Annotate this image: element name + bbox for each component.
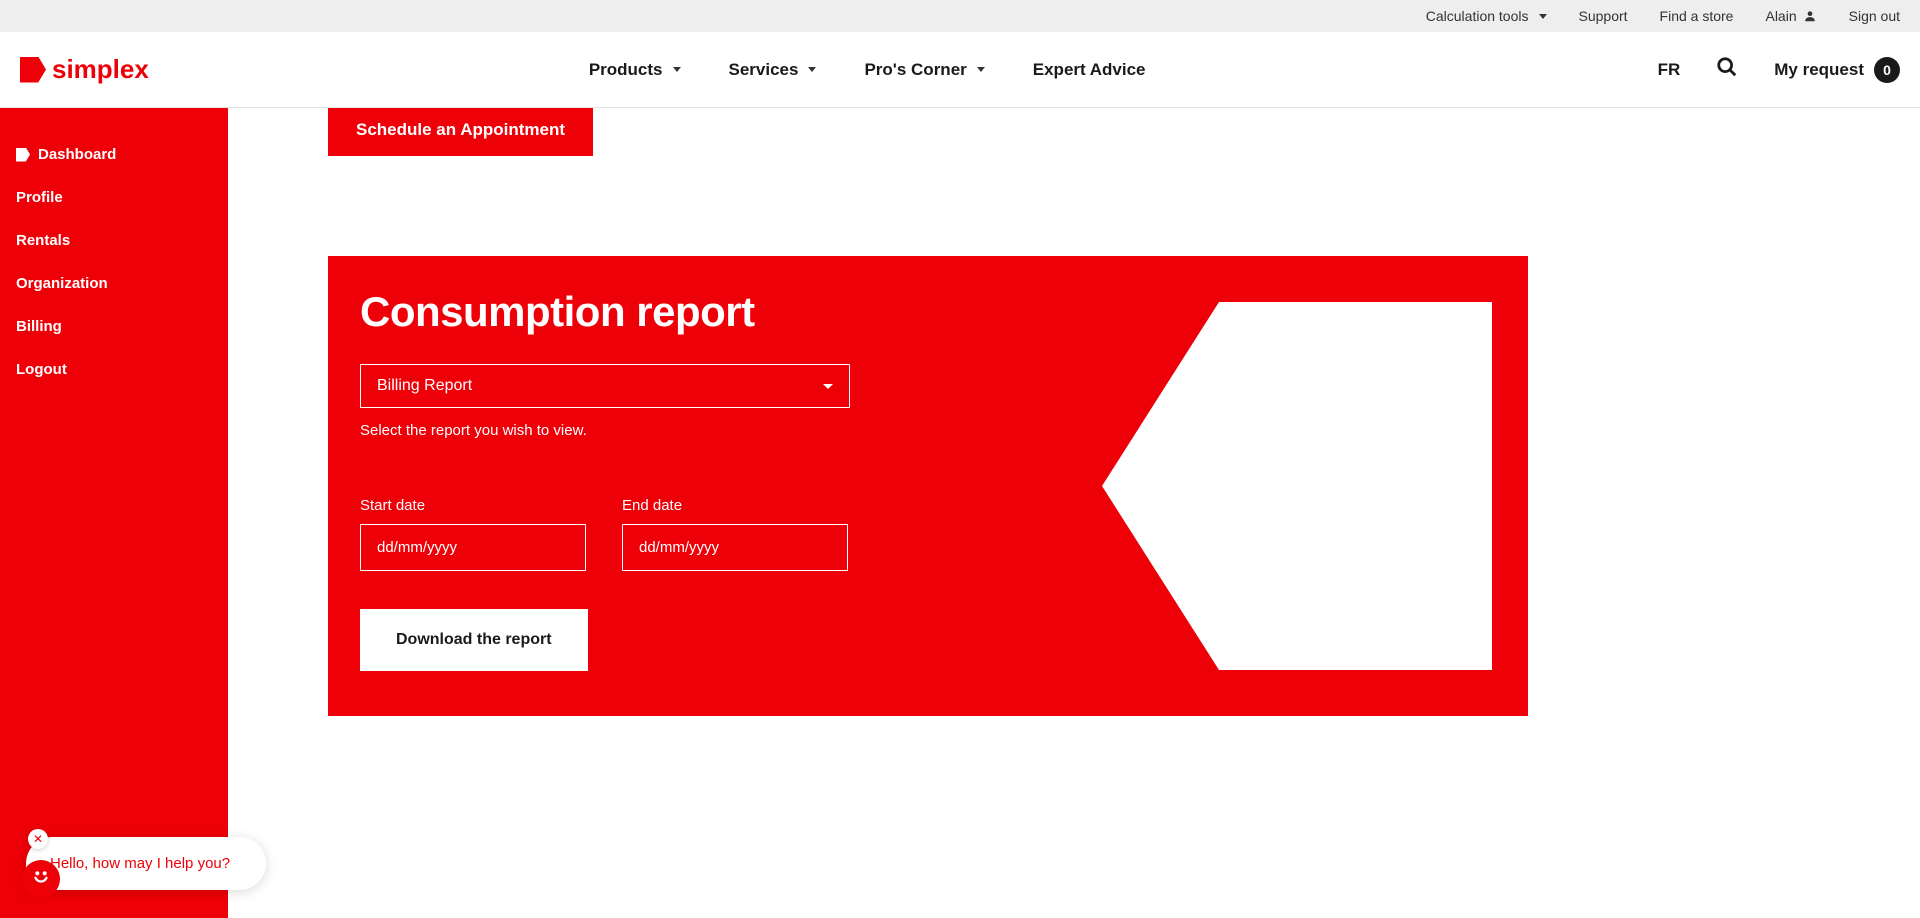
chat-message: Hello, how may I help you? xyxy=(50,855,230,872)
sidebar-item-label: Rentals xyxy=(16,232,70,249)
sidebar-item-profile[interactable]: Profile xyxy=(16,181,212,214)
chat-bubble[interactable]: Hello, how may I help you? xyxy=(26,837,266,890)
end-date-label: End date xyxy=(622,497,848,514)
chevron-down-icon xyxy=(808,67,816,72)
chevron-down-icon xyxy=(1539,14,1547,19)
logo-mark-icon xyxy=(20,57,46,83)
sign-out-link[interactable]: Sign out xyxy=(1849,8,1900,24)
nav-services[interactable]: Services xyxy=(729,60,817,80)
sidebar-item-label: Dashboard xyxy=(38,146,116,163)
start-date-input[interactable] xyxy=(360,524,586,571)
sidebar-item-dashboard[interactable]: Dashboard xyxy=(16,138,212,171)
sidebar-item-rentals[interactable]: Rentals xyxy=(16,224,212,257)
end-date-col: End date xyxy=(622,497,848,571)
chat-launcher-button[interactable] xyxy=(22,860,60,898)
logo-text: simplex xyxy=(52,54,149,85)
main-content: Schedule an Appointment Consumption repo… xyxy=(228,108,1920,918)
logo[interactable]: simplex xyxy=(20,54,149,85)
language-toggle[interactable]: FR xyxy=(1658,60,1681,80)
chat-close-button[interactable]: ✕ xyxy=(28,829,48,849)
smile-icon xyxy=(30,865,52,893)
chevron-down-icon xyxy=(977,67,985,72)
sidebar-item-label: Logout xyxy=(16,361,67,378)
calculation-tools-label: Calculation tools xyxy=(1426,8,1529,24)
schedule-appointment-button[interactable]: Schedule an Appointment xyxy=(328,108,593,156)
download-report-button[interactable]: Download the report xyxy=(360,609,588,671)
nav-expert-advice-label: Expert Advice xyxy=(1033,60,1146,80)
search-button[interactable] xyxy=(1716,56,1738,83)
sidebar-item-organization[interactable]: Organization xyxy=(16,267,212,300)
sign-out-label: Sign out xyxy=(1849,8,1900,24)
calculation-tools-menu[interactable]: Calculation tools xyxy=(1426,8,1547,24)
nav-pros-corner[interactable]: Pro's Corner xyxy=(864,60,984,80)
sidebar-item-billing[interactable]: Billing xyxy=(16,310,212,343)
report-type-select[interactable]: Billing Report xyxy=(360,364,850,408)
nav-products[interactable]: Products xyxy=(589,60,681,80)
language-label: FR xyxy=(1658,60,1681,79)
report-type-value: Billing Report xyxy=(377,377,472,395)
nav-services-label: Services xyxy=(729,60,799,80)
end-date-input[interactable] xyxy=(622,524,848,571)
chevron-down-icon xyxy=(823,384,833,389)
main-header: simplex Products Services Pro's Corner E… xyxy=(0,32,1920,108)
user-icon xyxy=(1803,9,1817,23)
find-store-link[interactable]: Find a store xyxy=(1660,8,1734,24)
sidebar-item-label: Profile xyxy=(16,189,63,206)
tag-icon xyxy=(16,148,30,162)
chat-widget: ✕ Hello, how may I help you? xyxy=(14,837,266,890)
report-type-select-wrap: Billing Report xyxy=(360,364,850,408)
sidebar-item-logout[interactable]: Logout xyxy=(16,353,212,386)
close-icon: ✕ xyxy=(33,832,43,846)
support-label: Support xyxy=(1579,8,1628,24)
request-count-badge: 0 xyxy=(1874,57,1900,83)
user-menu[interactable]: Alain xyxy=(1765,8,1816,24)
find-store-label: Find a store xyxy=(1660,8,1734,24)
sidebar-item-label: Billing xyxy=(16,318,62,335)
arrow-decoration-icon xyxy=(1102,302,1492,670)
search-icon xyxy=(1716,65,1738,82)
sidebar: Dashboard Profile Rentals Organization B… xyxy=(0,108,228,918)
sidebar-item-label: Organization xyxy=(16,275,108,292)
chevron-down-icon xyxy=(673,67,681,72)
top-utility-bar: Calculation tools Support Find a store A… xyxy=(0,0,1920,32)
user-name: Alain xyxy=(1765,8,1796,24)
my-request-label: My request xyxy=(1774,60,1864,80)
my-request-link[interactable]: My request 0 xyxy=(1774,57,1900,83)
support-link[interactable]: Support xyxy=(1579,8,1628,24)
main-nav: Products Services Pro's Corner Expert Ad… xyxy=(589,60,1146,80)
consumption-report-panel: Consumption report Billing Report Select… xyxy=(328,256,1528,716)
nav-products-label: Products xyxy=(589,60,663,80)
nav-expert-advice[interactable]: Expert Advice xyxy=(1033,60,1146,80)
header-right: FR My request 0 xyxy=(1658,56,1900,83)
start-date-col: Start date xyxy=(360,497,586,571)
start-date-label: Start date xyxy=(360,497,586,514)
nav-pros-corner-label: Pro's Corner xyxy=(864,60,966,80)
